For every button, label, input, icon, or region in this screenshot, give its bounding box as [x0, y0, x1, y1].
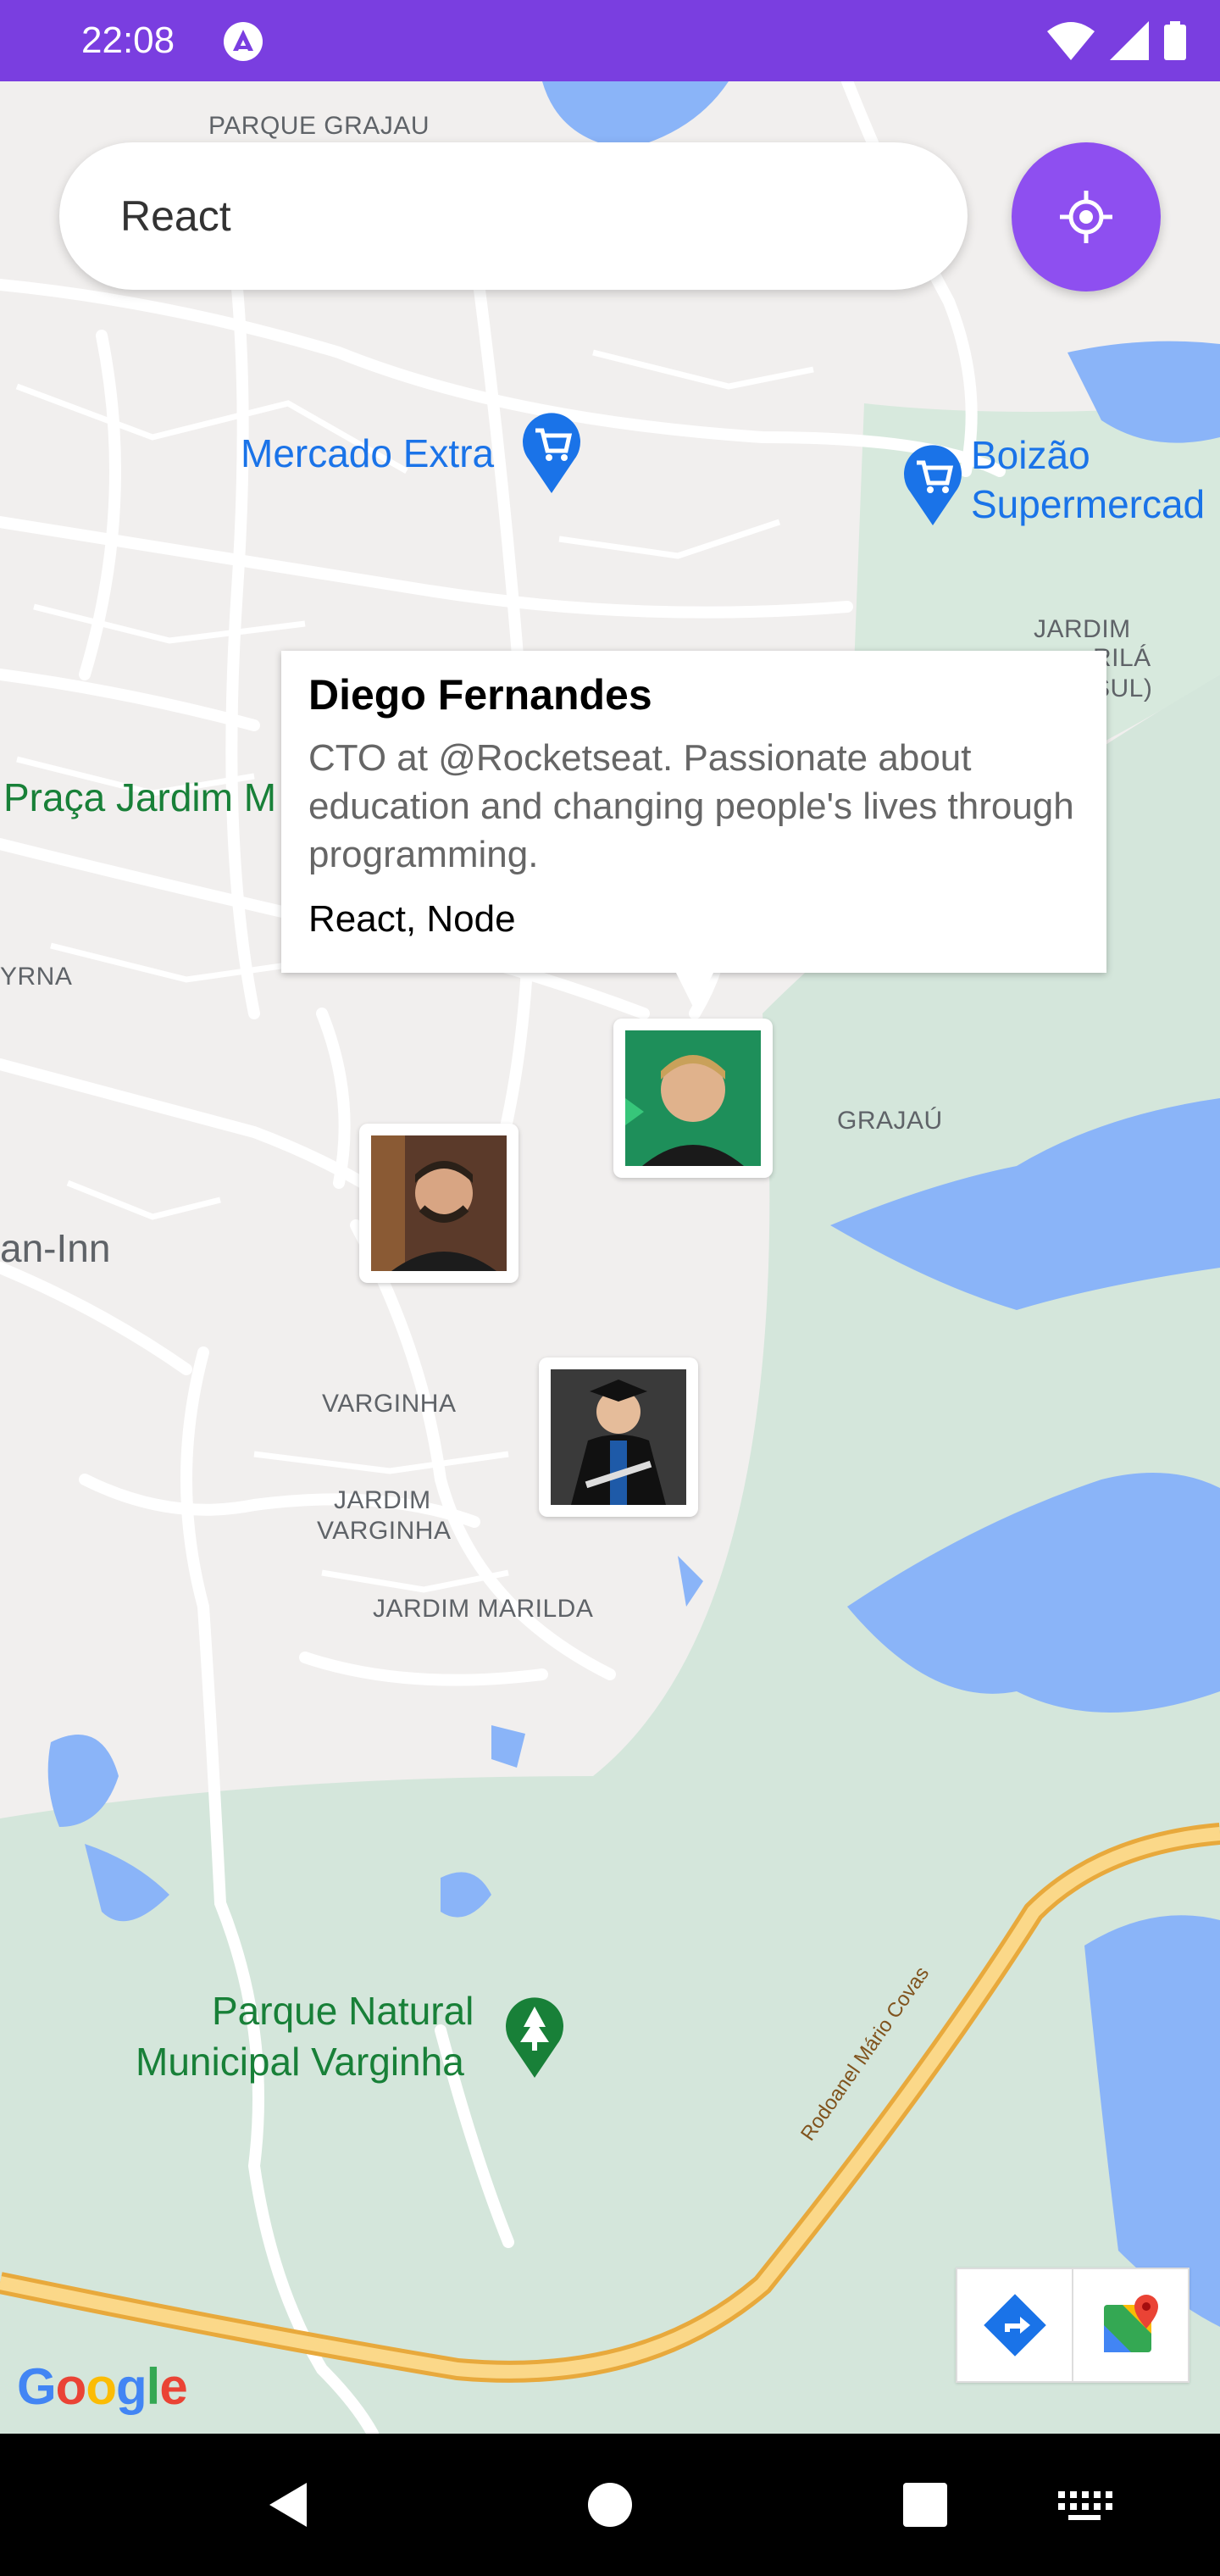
dev-marker-diego[interactable] [613, 1019, 773, 1178]
directions-button[interactable] [957, 2269, 1073, 2381]
dev-techs: React, Node [308, 898, 516, 940]
directions-icon [983, 2294, 1046, 2357]
keyboard-button[interactable] [1051, 2471, 1118, 2539]
dev-marker-2[interactable] [359, 1124, 518, 1283]
system-nav-bar [0, 2434, 1220, 2576]
park-pin-icon[interactable] [503, 1993, 566, 2078]
label-grajau: GRAJAÚ [837, 1107, 943, 1135]
recents-icon [903, 2483, 947, 2527]
status-icons [1047, 19, 1186, 63]
label-parque-natural-2: Municipal Varginha [136, 2040, 464, 2084]
label-jardim-marilda: JARDIM MARILDA [373, 1595, 594, 1623]
shopping-cart-pin-icon-2[interactable] [901, 441, 964, 525]
google-logo: Google [17, 2358, 188, 2415]
keyboard-icon [1058, 2491, 1112, 2520]
label-parque-grajau: PARQUE GRAJAU [208, 112, 430, 140]
dev-marker-3[interactable] [539, 1357, 698, 1517]
status-bar: 22:08 [0, 0, 1220, 81]
label-praca: Praça Jardim M [3, 775, 277, 819]
back-button[interactable] [254, 2471, 322, 2539]
label-mercado-extra: Mercado Extra [241, 431, 495, 475]
recents-button[interactable] [891, 2471, 959, 2539]
label-jardim-varginha: JARDIM [334, 1486, 431, 1514]
home-button[interactable] [576, 2471, 644, 2539]
label-boizao-2: Supermercad [971, 482, 1206, 526]
dev-avatar [625, 1030, 761, 1166]
crosshair-icon [1060, 191, 1112, 243]
status-time: 22:08 [81, 19, 175, 61]
label-yrna: YRNA [0, 963, 73, 991]
open-in-maps-button[interactable] [1073, 2269, 1188, 2381]
dev-avatar [371, 1135, 507, 1271]
signal-icon [1110, 21, 1149, 60]
search-bar [59, 142, 968, 290]
dev-callout[interactable]: Diego Fernandes CTO at @Rocketseat. Pass… [281, 651, 1106, 1010]
dev-bio: CTO at @Rocketseat. Passionate about edu… [308, 737, 1074, 875]
dev-name: Diego Fernandes [308, 671, 652, 719]
battery-icon [1164, 21, 1186, 60]
locate-button[interactable] [1012, 142, 1161, 291]
label-boizao: Boizão [971, 433, 1090, 477]
wifi-icon [1047, 22, 1095, 60]
back-icon [269, 2483, 307, 2527]
label-jardim-a: JARDIM [1034, 615, 1131, 643]
app-notification-icon [224, 22, 263, 61]
label-jardim-varginha-2: VARGINHA [317, 1517, 452, 1545]
dev-avatar [551, 1369, 686, 1505]
label-varginha: VARGINHA [322, 1390, 457, 1418]
home-icon [588, 2483, 632, 2527]
map-toolbar [956, 2268, 1190, 2383]
shopping-cart-pin-icon[interactable] [520, 408, 583, 493]
map-view[interactable]: PARQUE GRAJAU Mercado Extra Boizão Super… [0, 81, 1220, 2434]
label-an-inn: an-Inn [0, 1226, 111, 1270]
search-input[interactable] [119, 191, 884, 242]
google-maps-icon [1103, 2295, 1158, 2352]
label-parque-natural: Parque Natural [212, 1989, 474, 2033]
